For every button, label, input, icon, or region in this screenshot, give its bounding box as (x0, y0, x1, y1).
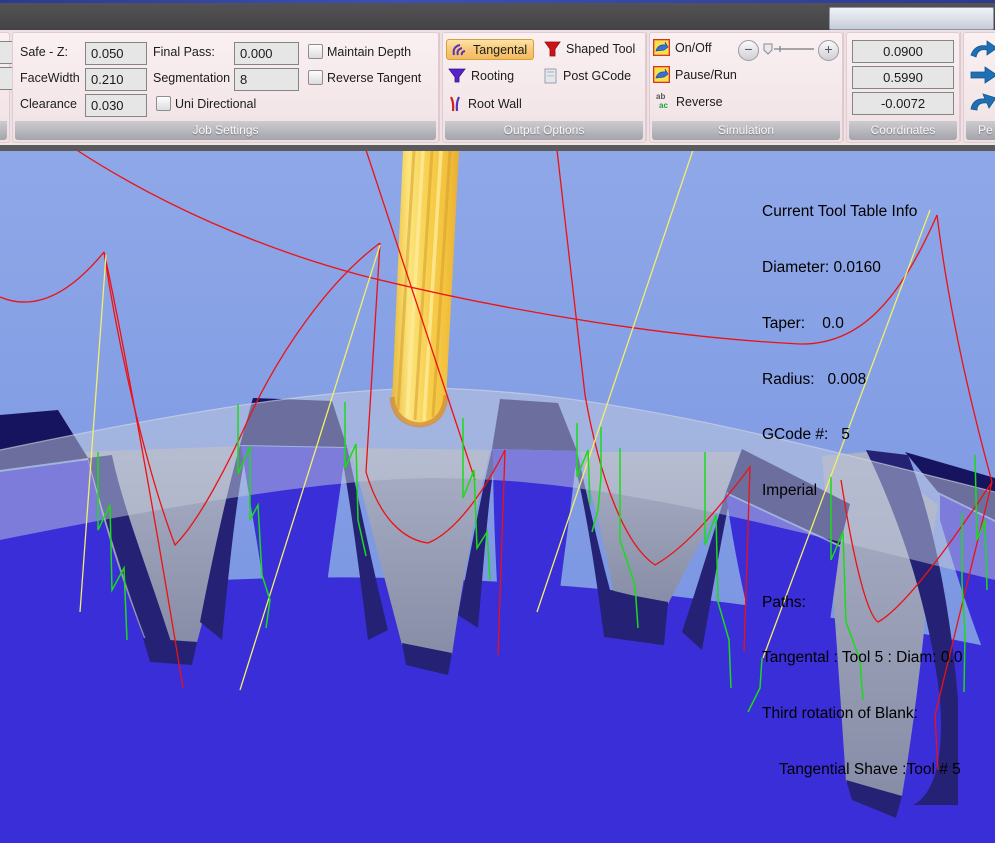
rooting-label: Rooting (471, 69, 514, 83)
reverse-tangent-checkbox[interactable] (308, 70, 323, 85)
ribbon-group-pens: Pe (963, 32, 995, 143)
segmentation-label: Segmentation (153, 71, 230, 85)
pause-run-label: Pause/Run (675, 68, 737, 82)
post-gcode-label: Post GCode (563, 69, 631, 83)
pause-run-icon (653, 66, 670, 83)
maintain-depth-checkbox[interactable] (308, 44, 323, 59)
on-off-button[interactable]: On/Off (653, 39, 712, 56)
coordinate-x-readout: 0.0900 (852, 40, 954, 63)
coordinates-caption: Coordinates (849, 121, 957, 140)
facewidth-input[interactable]: 0.210 (85, 68, 147, 91)
uni-directional-checkbox[interactable] (156, 96, 171, 111)
ribbon-group-simulation: On/Off Pause/Run ab ac Reverse − (649, 32, 843, 143)
facewidth-label: FaceWidth (20, 71, 80, 85)
info-line: Imperial (762, 482, 962, 501)
tangental-label: Tangental (473, 43, 527, 57)
on-off-label: On/Off (675, 41, 712, 55)
slider-track[interactable] (760, 40, 816, 60)
info-line-blank (762, 538, 962, 557)
simulation-caption: Simulation (652, 121, 840, 140)
tangental-button[interactable]: Tangental (446, 39, 534, 60)
maintain-depth-label: Maintain Depth (327, 45, 411, 59)
info-line: Taper: 0.0 (762, 315, 962, 334)
reverse-label: Reverse (676, 95, 723, 109)
tangental-icon (451, 42, 468, 57)
segmentation-input[interactable]: 8 (234, 68, 299, 91)
minus-button[interactable]: − (738, 40, 759, 61)
rooting-button[interactable]: Rooting (448, 68, 514, 83)
plus-icon: + (824, 41, 832, 57)
slider-thumb[interactable] (764, 44, 772, 54)
on-off-icon (653, 39, 670, 56)
app-window: { "ribbon": { "job_settings": { "caption… (0, 0, 995, 843)
speed-slider: − + (738, 40, 838, 60)
final-pass-input[interactable]: 0.000 (234, 42, 299, 65)
title-bar (0, 0, 995, 30)
output-options-caption: Output Options (445, 121, 643, 140)
job-settings-caption: Job Settings (15, 121, 436, 140)
ribbon-group-clipped-left (0, 32, 10, 143)
coordinate-z-readout: -0.0072 (852, 92, 954, 115)
group-separator (843, 32, 844, 141)
plus-button[interactable]: + (818, 40, 839, 61)
shaped-tool-label: Shaped Tool (566, 42, 635, 56)
group-separator (960, 32, 961, 141)
group-separator (646, 32, 647, 141)
tool-info-overlay: Current Tool Table Info Diameter: 0.0160… (762, 166, 962, 798)
info-line: Current Tool Table Info (762, 203, 962, 222)
ribbon-group-coordinates: 0.0900 0.5990 -0.0072 Coordinates (846, 32, 960, 143)
rooting-icon (448, 68, 466, 83)
root-wall-label: Root Wall (468, 97, 522, 111)
info-line: Paths: (762, 594, 962, 613)
root-wall-button[interactable]: Root Wall (447, 95, 522, 112)
clearance-label: Clearance (20, 97, 77, 111)
info-line: Third rotation of Blank: (762, 705, 962, 724)
group-separator (439, 32, 440, 141)
reverse-tangent-label: Reverse Tangent (327, 71, 421, 85)
info-line: Tangential Shave :Tool # 5 (762, 761, 962, 780)
curve-arrow-icon[interactable] (969, 91, 995, 111)
reverse-icon: ab ac (653, 93, 671, 111)
ribbon-group-job-settings: Safe - Z: 0.050 Final Pass: 0.000 Mainta… (12, 32, 439, 143)
safe-z-label: Safe - Z: (20, 45, 68, 59)
reverse-icon-ab: ab (656, 93, 665, 101)
coordinate-y-readout: 0.5990 (852, 66, 954, 89)
reverse-icon-ac: ac (659, 102, 668, 110)
clipped-caption (0, 121, 7, 140)
info-line: Diameter: 0.0160 (762, 259, 962, 278)
info-line: Tangental : Tool 5 : Diam: 0.0 (762, 649, 962, 668)
reverse-button[interactable]: ab ac Reverse (653, 93, 723, 111)
uni-directional-label: Uni Directional (175, 97, 256, 111)
post-gcode-icon (544, 68, 558, 84)
shaped-tool-button[interactable]: Shaped Tool (544, 41, 635, 57)
info-line: Radius: 0.008 (762, 371, 962, 390)
shaped-tool-icon (544, 41, 561, 57)
info-line: GCode #: 5 (762, 426, 962, 445)
ribbon-group-output-options: Tangental Shaped Tool Rooting Post GCode (442, 32, 646, 143)
right-arrow-icon[interactable] (969, 65, 995, 85)
pause-run-button[interactable]: Pause/Run (653, 66, 737, 83)
final-pass-label: Final Pass: (153, 45, 215, 59)
minus-icon: − (744, 41, 752, 57)
safe-z-input[interactable]: 0.050 (85, 42, 147, 65)
ribbon: Safe - Z: 0.050 Final Pass: 0.000 Mainta… (0, 30, 995, 143)
clearance-input[interactable]: 0.030 (85, 94, 147, 117)
viewport-top-border (0, 145, 995, 151)
root-wall-icon (447, 95, 463, 112)
pens-caption: Pe (966, 121, 995, 140)
redo-arrow-icon[interactable] (969, 39, 995, 59)
window-top-edge (0, 0, 995, 3)
title-bar-field[interactable] (829, 7, 994, 30)
post-gcode-button[interactable]: Post GCode (544, 68, 631, 84)
